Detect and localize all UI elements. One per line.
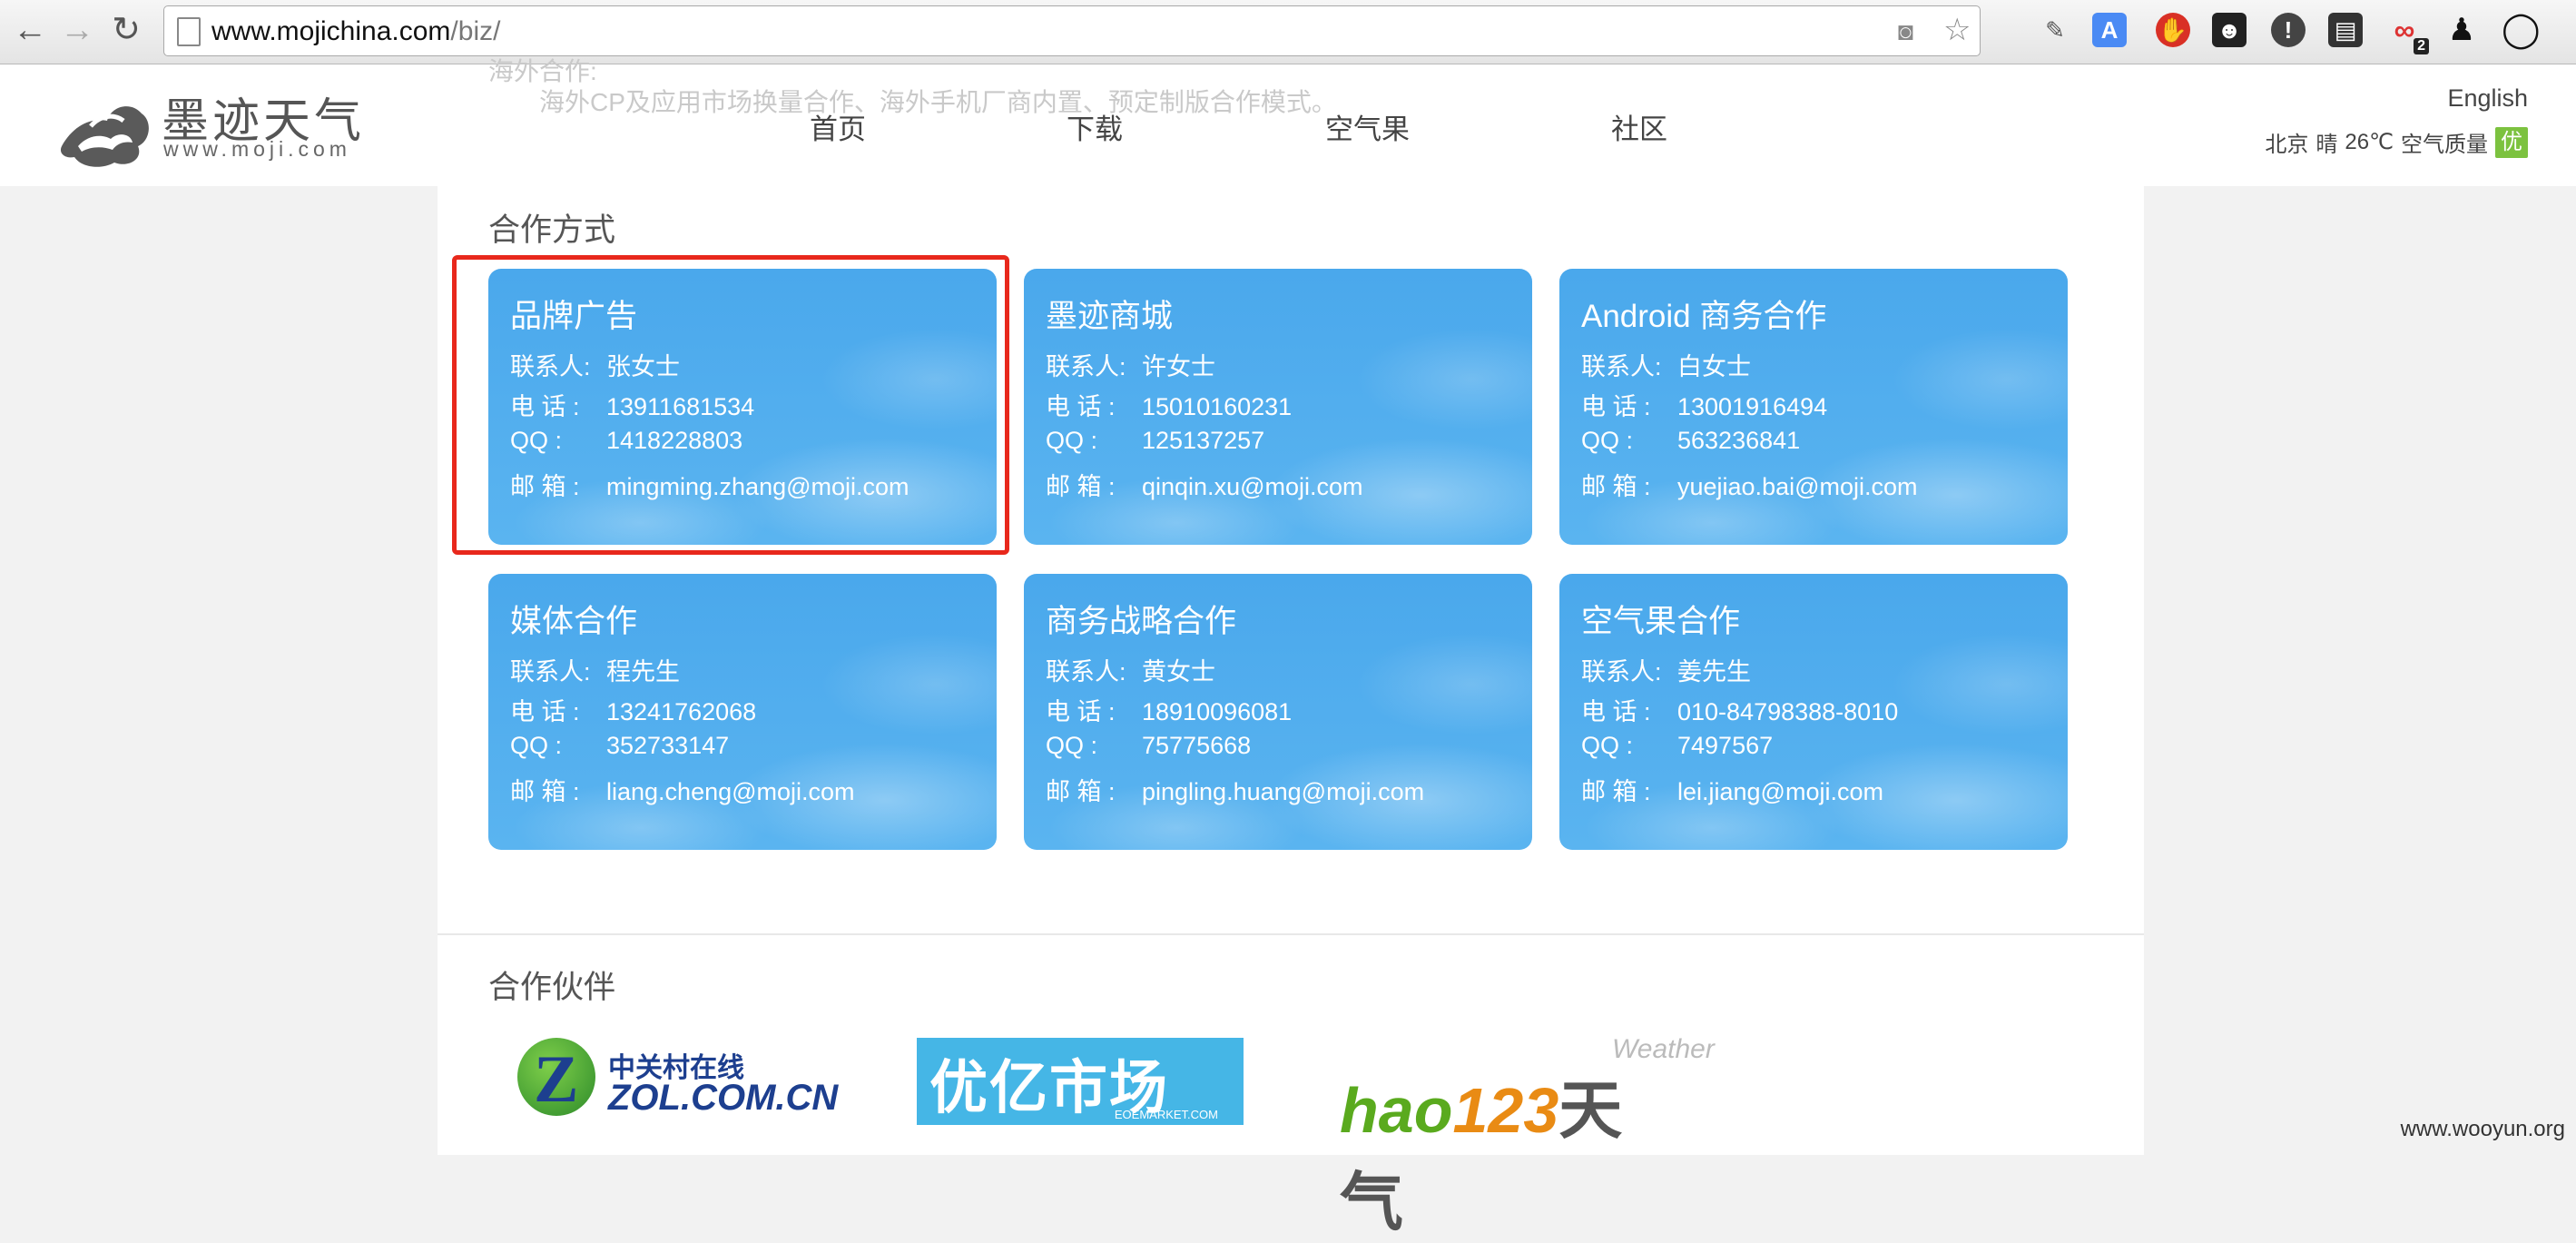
- card-title: 空气果合作: [1581, 604, 1741, 639]
- language-link[interactable]: English: [2447, 84, 2528, 113]
- logo-url: www.moji.com: [163, 137, 351, 161]
- reload-button[interactable]: ↻: [105, 9, 147, 51]
- zol-z-mark: Z: [534, 1042, 579, 1117]
- air-quality-badge: 优: [2495, 126, 2528, 158]
- cooperation-card-media: 媒体合作 联系人: 程先生 电 话 :13241762068 QQ :352733…: [488, 574, 997, 850]
- browser-toolbar: ← → ↻ www.mojichina.com/biz/ ☆ ◙ ✎ A ✋ ☻…: [0, 0, 2576, 64]
- card-title: 商务战略合作: [1046, 604, 1237, 639]
- partner-logo-eoemarket[interactable]: 优亿市场 EOEMARKET.COM: [917, 1038, 1244, 1125]
- forward-button[interactable]: →: [56, 9, 98, 51]
- chess-icon[interactable]: ♟: [2444, 13, 2479, 47]
- phone-line: 电 话 :13241762068: [510, 698, 757, 725]
- contact-line: 联系人: 程先生: [510, 658, 680, 686]
- cooperation-card-air-fruit: 空气果合作 联系人: 姜先生 电 话 :010-84798388-8010 QQ …: [1559, 574, 2068, 850]
- phone-line: 电 话 :15010160231: [1046, 393, 1293, 420]
- email-link[interactable]: yuejiao.bai@moji.com: [1677, 473, 1918, 500]
- cooperation-card-moji-mall: 墨迹商城 联系人: 许女士 电 话 :15010160231 QQ :125137…: [1024, 269, 1532, 545]
- phone-line: 电 话 :13001916494: [1581, 393, 1828, 420]
- cooperation-section-title: 合作方式: [488, 212, 616, 248]
- nav-item-community[interactable]: 社区: [1611, 106, 1667, 147]
- partner-logo-hao123[interactable]: Weather hao123天气: [1340, 1034, 1715, 1238]
- site-header: 海外合作: 海外CP及应用市场换量合作、海外手机厂商内置、预定制版合作模式。 墨…: [0, 57, 2576, 186]
- overlapped-text: 海外CP及应用市场换量合作、海外手机厂商内置、预定制版合作模式。: [539, 88, 1337, 116]
- contact-line: 联系人: 姜先生: [1581, 658, 1751, 686]
- camera-icon[interactable]: ◙: [1898, 17, 1913, 46]
- email-line: 邮 箱 : lei.jiang@moji.com: [1581, 778, 1883, 805]
- weather-temp: 26℃: [2345, 130, 2394, 154]
- email-link[interactable]: liang.cheng@moji.com: [606, 778, 855, 805]
- phone-line: 电 话 :18910096081: [1046, 698, 1293, 725]
- page-icon: [177, 17, 201, 46]
- link-extension-icon[interactable]: ∞ 2: [2387, 13, 2429, 54]
- nav-item-air-fruit[interactable]: 空气果: [1325, 106, 1410, 147]
- card-title: 媒体合作: [510, 604, 638, 639]
- back-button[interactable]: ←: [9, 9, 51, 51]
- weather-summary[interactable]: 北京 晴 26℃ 空气质量 优: [2265, 126, 2528, 158]
- contact-line: 联系人: 白女士: [1581, 353, 1751, 380]
- air-quality-label: 空气质量: [2401, 133, 2488, 157]
- qq-line: QQ :75775668: [1046, 732, 1252, 759]
- watermark-text: www.wooyun.org: [2400, 1117, 2565, 1141]
- email-line: 邮 箱 : liang.cheng@moji.com: [510, 778, 855, 805]
- circle-extension-icon[interactable]: ◯: [2502, 13, 2541, 47]
- email-line: 邮 箱 : qinqin.xu@moji.com: [1046, 473, 1363, 500]
- nav-item-download[interactable]: 下载: [1067, 106, 1123, 147]
- cooperation-card-android: Android 商务合作 联系人: 白女士 电 话 :13001916494 QQ…: [1559, 269, 2068, 545]
- email-line: 邮 箱 : yuejiao.bai@moji.com: [1581, 473, 1918, 500]
- address-bar[interactable]: www.mojichina.com/biz/ ☆ ◙: [163, 5, 1981, 56]
- partners-section-title: 合作伙伴: [488, 970, 616, 1005]
- qq-line: QQ :352733147: [510, 732, 730, 759]
- qq-line: QQ :563236841: [1581, 427, 1801, 454]
- extension-feather-icon[interactable]: ✎: [2038, 13, 2072, 47]
- onepassword-icon[interactable]: !: [2271, 13, 2306, 47]
- email-line: 邮 箱 : pingling.huang@moji.com: [1046, 778, 1425, 805]
- cooperation-card-strategy: 商务战略合作 联系人: 黄女士 电 话 :18910096081 QQ :7577…: [1024, 574, 1532, 850]
- section-divider: [438, 933, 2144, 935]
- qq-line: QQ :7497567: [1581, 732, 1774, 759]
- card-title: 墨迹商城: [1046, 299, 1174, 334]
- contact-line: 联系人: 许女士: [1046, 353, 1215, 380]
- card-title: Android 商务合作: [1581, 299, 1827, 334]
- email-link[interactable]: qinqin.xu@moji.com: [1142, 473, 1363, 500]
- email-link[interactable]: lei.jiang@moji.com: [1677, 778, 1883, 805]
- weather-condition: 晴: [2315, 133, 2338, 157]
- cloud-logo-icon[interactable]: [54, 90, 154, 172]
- weather-city: 北京: [2265, 133, 2309, 157]
- contact-line: 联系人: 黄女士: [1046, 658, 1215, 686]
- email-link[interactable]: pingling.huang@moji.com: [1142, 778, 1424, 805]
- highlight-box: [452, 255, 1009, 555]
- qq-line: QQ :125137257: [1046, 427, 1265, 454]
- bookmark-star-icon[interactable]: ☆: [1943, 12, 1971, 48]
- adblock-icon[interactable]: ✋: [2156, 13, 2190, 47]
- phone-line: 电 话 :010-84798388-8010: [1581, 698, 1899, 725]
- mask-icon[interactable]: ☻: [2212, 13, 2247, 47]
- theater-icon[interactable]: ▤: [2328, 13, 2363, 47]
- url-text: www.mojichina.com/biz/: [211, 16, 501, 46]
- nav-item-home[interactable]: 首页: [810, 106, 866, 147]
- partner-logo-zol[interactable]: Z 中关村在线 ZOL.COM.CN: [517, 1038, 838, 1129]
- translate-icon[interactable]: A: [2092, 13, 2127, 47]
